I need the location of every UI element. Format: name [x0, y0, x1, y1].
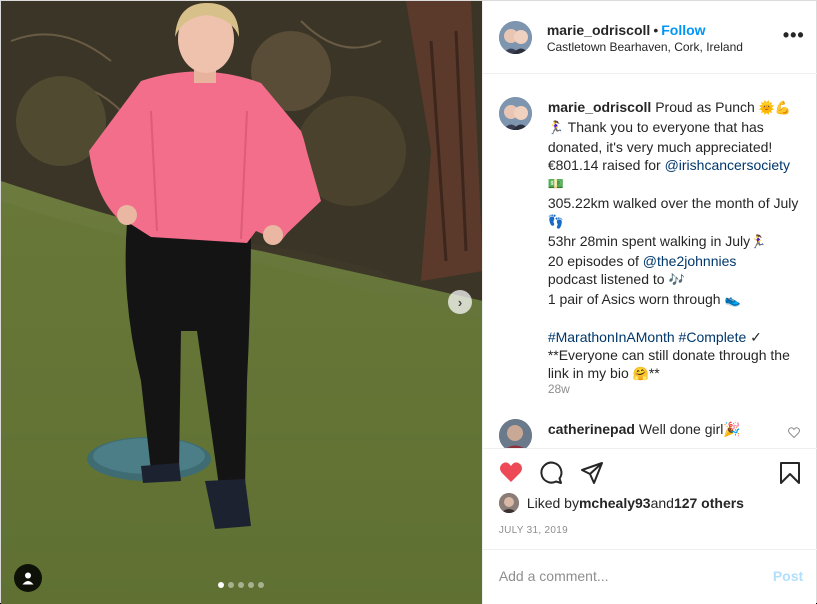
heart-filled-icon — [499, 462, 522, 482]
instagram-post: › marie_odriscoll • Follow Castletown Be… — [0, 0, 817, 604]
comment-item: catherinepad Well done girl🎉 — [548, 421, 741, 438]
location-link[interactable]: Castletown Bearhaven, Cork, Ireland — [547, 40, 743, 54]
comment-button[interactable] — [539, 461, 563, 490]
tagged-users-button[interactable] — [14, 564, 42, 592]
paper-plane-icon — [580, 462, 603, 484]
commenter-username[interactable]: catherinepad — [548, 421, 635, 437]
share-button[interactable] — [580, 461, 604, 490]
emoji-music: 🎶 — [668, 273, 685, 288]
likes-prefix: Liked by — [526, 495, 579, 511]
follow-button[interactable]: Follow — [661, 22, 705, 38]
post-date[interactable]: JULY 31, 2019 — [499, 525, 568, 536]
caption-text: 1 pair of Asics worn through — [547, 291, 725, 307]
caption-text: **Everyone can still donate through the … — [547, 347, 790, 381]
caption-text: €801.14 raised for — [547, 157, 665, 173]
emoji-sun-muscle: 🌞💪 — [758, 101, 792, 116]
emoji-runner: 🏃‍♀ — [750, 235, 767, 250]
carousel-indicator — [218, 582, 264, 588]
caption-text: 53hr 28min spent walking in July — [547, 233, 751, 249]
author-username[interactable]: marie_odriscoll — [547, 22, 651, 38]
bookmark-icon — [779, 462, 800, 484]
post-comment-button[interactable]: Post — [773, 568, 803, 584]
comments-area[interactable]: marie_odriscoll Proud as Punch 🌞💪 🏃‍♀ Th… — [483, 74, 817, 448]
post-side-panel: marie_odriscoll • Follow Castletown Bearha… — [481, 1, 817, 604]
author-line: marie_odriscoll • Follow — [547, 22, 706, 38]
avatar-photo — [498, 493, 519, 513]
photo-scene — [1, 1, 482, 604]
separator-dot: • — [653, 22, 659, 38]
post-header: marie_odriscoll • Follow Castletown Bearha… — [482, 1, 817, 74]
mention-link[interactable]: @the2johnnies — [643, 253, 737, 269]
emoji-hug: 🤗 — [632, 367, 649, 382]
caption-text: 305.22km walked over the month of July — [547, 195, 799, 211]
likes-summary: Liked by mchealy93 and 127 others — [498, 493, 744, 513]
comment-like-icon[interactable] — [787, 427, 800, 441]
author-avatar[interactable] — [498, 21, 532, 54]
save-button[interactable] — [779, 461, 801, 490]
commenter-avatar[interactable] — [498, 419, 532, 448]
caption-author-avatar[interactable] — [498, 97, 532, 130]
more-options-icon[interactable]: ••• — [783, 25, 805, 46]
check-mark: ✓ — [746, 329, 762, 345]
comment-bubble-icon — [540, 461, 563, 484]
post-photo[interactable]: › — [1, 1, 482, 604]
avatar-photo — [498, 21, 532, 54]
carousel-dot — [218, 582, 224, 588]
post-caption: marie_odriscoll Proud as Punch 🌞💪 🏃‍♀ Th… — [548, 98, 806, 384]
hashtag-links[interactable]: #MarathonInAMonth #Complete — [548, 329, 746, 345]
comment-text: Well done girl — [638, 421, 724, 437]
caption-text: ** — [648, 365, 660, 381]
add-comment-bar: Add a comment... Post — [482, 549, 817, 604]
carousel-dot — [258, 582, 264, 588]
caption-username[interactable]: marie_odriscoll — [548, 99, 652, 115]
post-age[interactable]: 28w — [548, 382, 570, 396]
likes-middle: and — [650, 495, 674, 511]
emoji-party: 🎉 — [723, 421, 741, 437]
caption-text: 20 episodes of — [547, 253, 643, 269]
emoji-shoe: 👟 — [724, 293, 741, 308]
emoji-runner: 🏃‍♀ — [547, 121, 564, 136]
likes-count-link[interactable]: 127 others — [674, 495, 744, 511]
carousel-dot — [228, 582, 234, 588]
carousel-dot — [238, 582, 244, 588]
emoji-footprints: 👣 — [547, 215, 564, 230]
emoji-money: 💵 — [547, 177, 564, 192]
comment-input[interactable]: Add a comment... — [499, 568, 609, 584]
caption-text: podcast listened to — [547, 271, 669, 287]
liker-username[interactable]: mchealy93 — [579, 495, 651, 511]
mention-link[interactable]: @irishcancersociety — [665, 157, 790, 173]
user-icon — [22, 572, 34, 585]
heart-outline-icon — [787, 427, 800, 439]
carousel-dot — [248, 582, 254, 588]
next-slide-button[interactable]: › — [448, 290, 472, 314]
caption-text: Thank you to everyone that has donated, … — [547, 119, 773, 155]
liker-avatar[interactable] — [498, 493, 519, 513]
avatar-photo — [498, 419, 532, 448]
action-bar — [482, 448, 817, 490]
caption-text: Proud as Punch — [655, 99, 759, 115]
like-button[interactable] — [499, 461, 523, 488]
avatar-photo — [498, 97, 532, 130]
